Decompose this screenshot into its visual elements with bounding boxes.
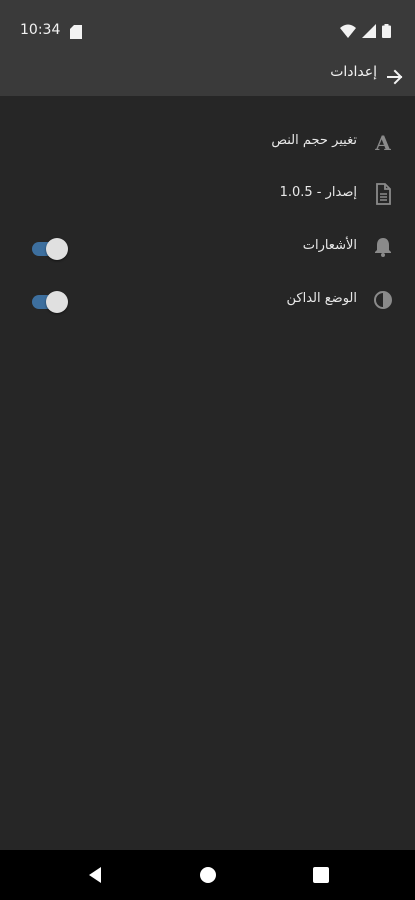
page-title: إعدادات [330,64,377,80]
font-size-icon: A [374,131,391,154]
setting-text-size[interactable]: A تغيير حجم النص [0,122,415,162]
toggle-thumb [46,291,68,313]
setting-version[interactable]: إصدار - 1.0.5 [0,174,415,214]
home-circle-icon[interactable] [198,865,218,885]
status-time: 10:34 [20,22,61,38]
app-bar: إعدادات [0,60,415,96]
document-icon [376,183,391,205]
setting-dark-mode[interactable]: الوضع الداكن [0,280,415,320]
wifi-icon [340,24,356,38]
contrast-icon [374,291,392,309]
settings-list: A تغيير حجم النص إصدار - 1.0.5 الأشعارات… [0,96,415,850]
setting-label: الوضع الداكن [286,291,357,306]
recents-square-icon[interactable] [311,865,331,885]
svg-text:A: A [374,131,391,154]
setting-label: تغيير حجم النص [271,133,357,148]
navigation-bar [0,850,415,900]
notifications-toggle[interactable] [32,237,68,261]
sd-card-icon [70,25,82,39]
dark-mode-toggle[interactable] [32,290,68,314]
battery-icon [382,24,391,38]
toggle-thumb [46,238,68,260]
signal-icon [362,24,376,38]
back-triangle-icon[interactable] [86,865,106,885]
status-icons [340,24,391,38]
setting-notifications[interactable]: الأشعارات [0,227,415,267]
setting-label: إصدار - 1.0.5 [279,185,357,200]
arrow-right-icon[interactable] [385,67,405,87]
setting-label: الأشعارات [302,238,357,253]
status-bar: 10:34 [0,0,415,60]
bell-icon [375,238,391,257]
